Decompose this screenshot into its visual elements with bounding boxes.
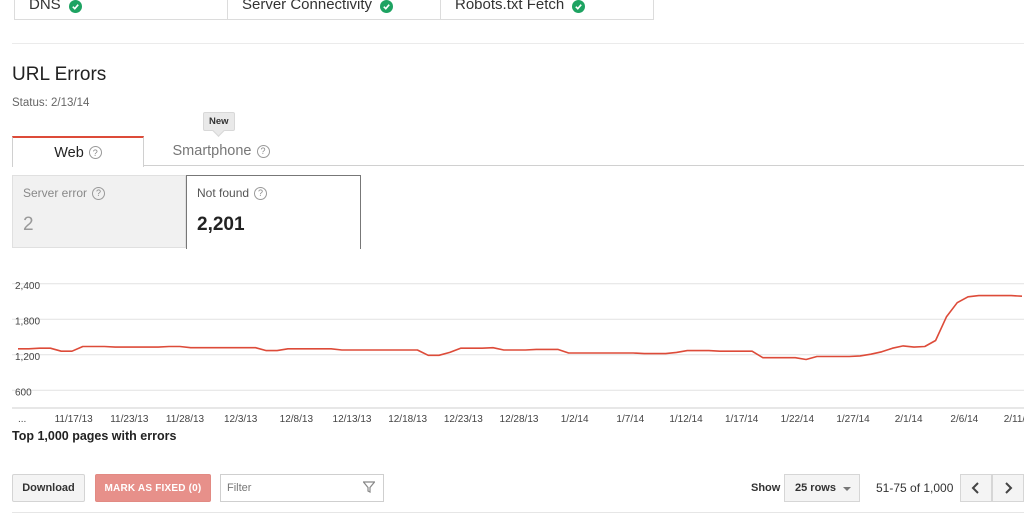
- status-date: Status: 2/13/14: [12, 97, 90, 109]
- status-robots-fetch: Robots.txt Fetch: [441, 0, 653, 19]
- rows-per-page-value: 25 rows: [795, 482, 836, 494]
- x-tick-label: 12/13/13: [333, 414, 372, 425]
- help-icon[interactable]: ?: [92, 186, 106, 200]
- y-tick-label: 1,800: [15, 316, 40, 327]
- check-icon: [68, 0, 82, 13]
- status-robots-fetch-label: Robots.txt Fetch: [455, 0, 565, 13]
- not-found-label-row: Not found ?: [197, 186, 350, 200]
- x-tick-label: 1/17/14: [725, 414, 759, 425]
- error-type-cards: Server error ? 2 Not found ? 2,201: [12, 175, 362, 249]
- filter-input[interactable]: Filter: [220, 474, 384, 502]
- chevron-down-icon: [843, 487, 851, 491]
- tab-web[interactable]: Web ?: [12, 136, 144, 167]
- server-error-label-row: Server error ?: [23, 186, 175, 200]
- y-tick-label: 1,200: [15, 352, 40, 363]
- x-tick-label: 11/28/13: [166, 414, 205, 425]
- not-found-label: Not found: [197, 186, 250, 200]
- errors-line-chart: 2,400 1,800 1,200 600... 11/17/13 11/23/13 11/…: [12, 281, 1024, 425]
- x-tick-label: 11/23/13: [110, 414, 149, 425]
- help-icon[interactable]: ?: [256, 144, 270, 158]
- show-label: Show: [751, 482, 781, 494]
- server-error-label: Server error: [23, 186, 88, 200]
- server-error-card[interactable]: Server error ? 2: [12, 175, 186, 248]
- check-icon: [572, 0, 586, 13]
- x-tick-label: 1/22/14: [781, 414, 815, 425]
- new-badge: New: [203, 112, 235, 131]
- y-tick-label: 600: [15, 387, 32, 398]
- not-found-count: 2,201: [197, 214, 245, 235]
- not-found-card[interactable]: Not found ? 2,201: [186, 175, 361, 249]
- x-tick-label: 1/27/14: [836, 414, 870, 425]
- tab-smartphone-label: Smartphone: [172, 143, 252, 159]
- page-title: URL Errors: [12, 64, 107, 85]
- pagination-range: 51-75 of 1,000: [876, 481, 954, 495]
- crawl-status-strip: DNS Server Connectivity Robots.txt Fetch: [14, 0, 654, 20]
- section-divider: [12, 43, 1024, 44]
- help-icon[interactable]: ?: [88, 146, 102, 159]
- status-server-connectivity: Server Connectivity: [228, 0, 441, 19]
- status-server-connectivity-label: Server Connectivity: [242, 0, 373, 13]
- x-tick-label: 2/1/14: [895, 414, 923, 425]
- x-tick-label: 1/12/14: [669, 414, 703, 425]
- x-tick-label: 12/3/13: [224, 414, 258, 425]
- status-dns: DNS: [15, 0, 228, 19]
- table-toolbar: Download MARK AS FIXED (0) Filter Show 2…: [12, 474, 1024, 504]
- rows-per-page-select[interactable]: 25 rows: [784, 474, 860, 502]
- server-error-count: 2: [23, 214, 34, 235]
- check-icon: [380, 0, 394, 13]
- filter-placeholder: Filter: [227, 482, 252, 494]
- y-tick-label: 2,400: [15, 281, 40, 292]
- x-tick-label: 2/6/14: [950, 414, 978, 425]
- x-tick-label: 1/7/14: [616, 414, 644, 425]
- status-dns-label: DNS: [29, 0, 61, 13]
- x-tick-label: 12/8/13: [280, 414, 314, 425]
- x-tick-label: 2/11/14: [1004, 414, 1024, 425]
- x-tick-label: 12/18/13: [388, 414, 427, 425]
- table-title: Top 1,000 pages with errors: [12, 429, 177, 443]
- x-tick-label: ...: [18, 414, 26, 425]
- x-tick-label: 1/2/14: [561, 414, 589, 425]
- filter-icon[interactable]: [362, 481, 376, 496]
- mark-as-fixed-button[interactable]: MARK AS FIXED (0): [95, 474, 211, 502]
- x-tick-label: 12/23/13: [444, 414, 483, 425]
- help-icon[interactable]: ?: [254, 186, 268, 200]
- device-tabs: Web ? Smartphone ?: [12, 136, 1024, 167]
- chevron-right-icon: [1005, 482, 1013, 494]
- tab-smartphone[interactable]: Smartphone ?: [152, 136, 290, 166]
- tab-web-label: Web: [54, 144, 84, 161]
- x-tick-label: 11/17/13: [55, 414, 94, 425]
- errors-chart: 2,400 1,800 1,200 600... 11/17/13 11/23/13 11/…: [0, 262, 1024, 428]
- table-top-border: [12, 512, 1024, 513]
- previous-page-button[interactable]: [960, 474, 992, 502]
- download-button[interactable]: Download: [12, 474, 85, 502]
- x-tick-label: 12/28/13: [500, 414, 539, 425]
- chevron-left-icon: [971, 482, 979, 494]
- next-page-button[interactable]: [992, 474, 1024, 502]
- series-line: [18, 294, 1023, 361]
